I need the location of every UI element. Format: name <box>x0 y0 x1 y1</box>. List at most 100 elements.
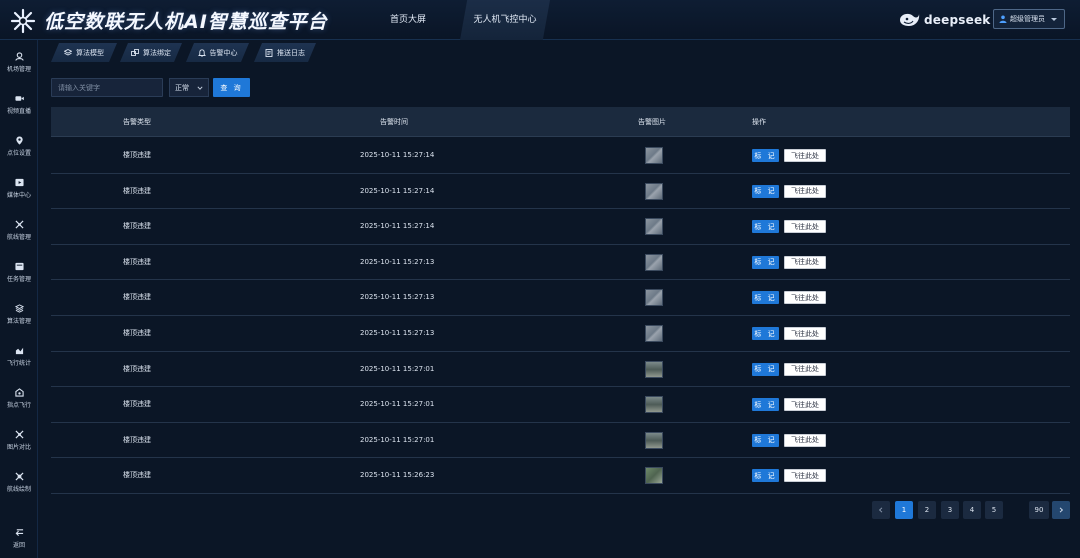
alarm-image-thumbnail[interactable] <box>645 218 663 236</box>
nav-tab-flight-control[interactable]: 无人机飞控中心 <box>460 0 550 40</box>
hangar-icon <box>14 51 24 61</box>
alarm-type-cell: 楼顶违建 <box>123 186 151 195</box>
sidebar-label: 航线管理 <box>6 233 31 241</box>
brand-name: deepseek <box>924 13 991 27</box>
sidebar-item-stats[interactable]: 飞行统计 <box>0 340 38 372</box>
whale-icon <box>900 13 920 26</box>
sidebar-item-algorithm[interactable]: 算法管理 <box>0 298 38 330</box>
nav-tab-dashboard[interactable]: 首页大屏 <box>366 0 450 40</box>
table-row: 楼顶违建 2025-10-11 15:27:14 标 记飞往此处 <box>51 209 1070 245</box>
alarm-image-thumbnail[interactable] <box>645 253 663 271</box>
page-1-button[interactable]: 1 <box>895 501 913 519</box>
fly-here-button[interactable]: 飞往此处 <box>784 327 826 340</box>
chevron-down-icon <box>197 85 203 90</box>
fly-here-button[interactable]: 飞往此处 <box>784 149 826 162</box>
subtab-alarm-center[interactable]: 告警中心 <box>186 43 249 62</box>
alarm-type-cell: 楼顶违建 <box>123 471 151 480</box>
fly-here-button[interactable]: 飞往此处 <box>784 362 826 376</box>
mark-button[interactable]: 标 记 <box>752 433 779 447</box>
table-row: 楼顶违建 2025-10-11 15:27:13 标 记飞往此处 <box>51 245 1070 281</box>
top-header: 低空数联无人机AI智慧巡查平台 首页大屏 无人机飞控中心 deepseek 超级… <box>0 0 1080 40</box>
sidebar-item-task[interactable]: 任务管理 <box>0 256 38 288</box>
alarm-image-thumbnail[interactable] <box>645 467 663 485</box>
algorithm-icon <box>14 303 24 313</box>
alarm-image-thumbnail[interactable] <box>645 147 663 164</box>
fly-here-button[interactable]: 飞往此处 <box>784 469 826 483</box>
mark-button[interactable]: 标 记 <box>752 362 779 376</box>
status-select-value: 正常 <box>175 83 189 92</box>
logo-star-icon <box>10 8 36 34</box>
column-header-time: 告警时间 <box>380 118 408 126</box>
table-row: 楼顶违建 2025-10-11 15:27:14 标 记飞往此处 <box>51 138 1070 174</box>
fly-here-button[interactable]: 飞往此处 <box>784 255 826 269</box>
mark-button[interactable]: 标 记 <box>752 469 779 483</box>
sidebar-item-route[interactable]: 航线管理 <box>0 214 38 246</box>
mark-button[interactable]: 标 记 <box>752 291 779 305</box>
alarm-time-cell: 2025-10-11 15:27:14 <box>360 151 435 159</box>
sidebar-item-point-flight[interactable]: 指点飞行 <box>0 382 38 414</box>
subtab-label: 算法模型 <box>76 48 104 57</box>
mark-button[interactable]: 标 记 <box>752 255 779 269</box>
sidebar-item-draw-route[interactable]: 航线绘制 <box>0 466 38 498</box>
mark-button[interactable]: 标 记 <box>752 327 779 340</box>
sidebar-item-compare[interactable]: 图片对比 <box>0 424 38 456</box>
chevron-down-icon <box>1051 17 1057 21</box>
mark-button[interactable]: 标 记 <box>752 184 779 198</box>
alarm-image-thumbnail[interactable] <box>645 325 663 342</box>
alarm-image-thumbnail[interactable] <box>645 182 663 200</box>
next-page-button[interactable] <box>1052 501 1070 519</box>
subtab-label: 告警中心 <box>209 48 238 57</box>
search-input[interactable] <box>51 78 163 97</box>
fly-here-button[interactable]: 飞往此处 <box>784 184 826 198</box>
table-row: 楼顶违建 2025-10-11 15:27:13 标 记飞往此处 <box>51 280 1070 316</box>
bell-icon <box>198 49 206 57</box>
alarm-time-cell: 2025-10-11 15:27:01 <box>360 435 435 444</box>
sidebar-label: 指点飞行 <box>6 401 31 409</box>
app-title: 低空数联无人机AI智慧巡查平台 <box>44 11 328 33</box>
sidebar-label: 返回 <box>12 541 25 549</box>
alarm-time-cell: 2025-10-11 15:27:13 <box>360 329 435 337</box>
page-2-button[interactable]: 2 <box>918 501 936 519</box>
sidebar-item-media[interactable]: 媒体中心 <box>0 172 38 204</box>
fly-here-button[interactable]: 飞往此处 <box>784 220 826 234</box>
link-icon <box>131 49 139 57</box>
sidebar-label: 航线绘制 <box>6 485 31 493</box>
mark-button[interactable]: 标 记 <box>752 149 779 162</box>
chart-icon <box>15 347 23 354</box>
page-3-button[interactable]: 3 <box>941 501 959 519</box>
draw-route-icon <box>14 471 24 481</box>
alarm-image-thumbnail[interactable] <box>645 396 663 414</box>
fly-here-button[interactable]: 飞往此处 <box>784 433 826 447</box>
subtab-push-log[interactable]: 推送日志 <box>254 43 316 62</box>
sidebar-item-video[interactable]: 视频直播 <box>0 88 38 120</box>
back-arrow-icon <box>15 528 23 536</box>
alarm-time-cell: 2025-10-11 15:27:13 <box>360 293 435 302</box>
drone-icon <box>14 387 24 397</box>
fly-here-button[interactable]: 飞往此处 <box>784 398 826 412</box>
table-row: 楼顶违建 2025-10-11 15:26:23 标 记飞往此处 <box>51 458 1070 494</box>
alarm-image-thumbnail[interactable] <box>645 431 663 449</box>
fly-here-button[interactable]: 飞往此处 <box>784 291 826 305</box>
user-menu[interactable]: 超级管理员 <box>993 9 1065 29</box>
user-name: 超级管理员 <box>1010 15 1045 23</box>
alarm-type-cell: 楼顶违建 <box>123 151 151 159</box>
page-4-button[interactable]: 4 <box>963 501 981 519</box>
mark-button[interactable]: 标 记 <box>752 220 779 234</box>
prev-page-button[interactable] <box>872 501 890 519</box>
page-5-button[interactable]: 5 <box>985 501 1003 519</box>
media-icon <box>14 178 24 186</box>
status-select[interactable]: 正常 <box>169 78 209 97</box>
table-row: 楼顶违建 2025-10-11 15:27:14 标 记飞往此处 <box>51 174 1070 210</box>
last-page-button[interactable]: 90 <box>1029 501 1049 519</box>
sidebar-item-hangar[interactable]: 机场管理 <box>0 46 38 78</box>
alarm-image-thumbnail[interactable] <box>645 360 663 378</box>
alarm-type-cell: 楼顶违建 <box>123 222 151 231</box>
sidebar-item-location[interactable]: 点位设置 <box>0 130 38 162</box>
sidebar-back-button[interactable]: 返回 <box>0 522 38 554</box>
subtab-algorithm-binding[interactable]: 算法绑定 <box>120 43 182 62</box>
sidebar-label: 任务管理 <box>6 275 31 283</box>
alarm-image-thumbnail[interactable] <box>645 289 663 307</box>
mark-button[interactable]: 标 记 <box>752 398 779 412</box>
subtab-algorithm-model[interactable]: 算法模型 <box>51 43 117 62</box>
query-button[interactable]: 查 询 <box>213 78 250 97</box>
